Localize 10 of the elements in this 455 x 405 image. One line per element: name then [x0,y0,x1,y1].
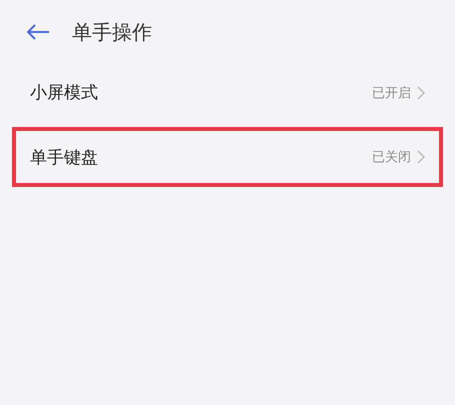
chevron-icon [417,150,425,164]
setting-status: 已开启 [372,84,411,102]
setting-label: 单手键盘 [30,146,98,168]
page-title: 单手操作 [72,18,152,46]
chevron-icon [417,86,425,100]
setting-label: 小屏模式 [30,82,98,104]
highlighted-settings-row[interactable]: 单手键盘 已关闭 [12,127,443,187]
setting-status: 已关闭 [372,149,411,166]
back-icon[interactable] [26,24,50,40]
settings-row[interactable]: 小屏模式 已开启 [12,64,443,124]
